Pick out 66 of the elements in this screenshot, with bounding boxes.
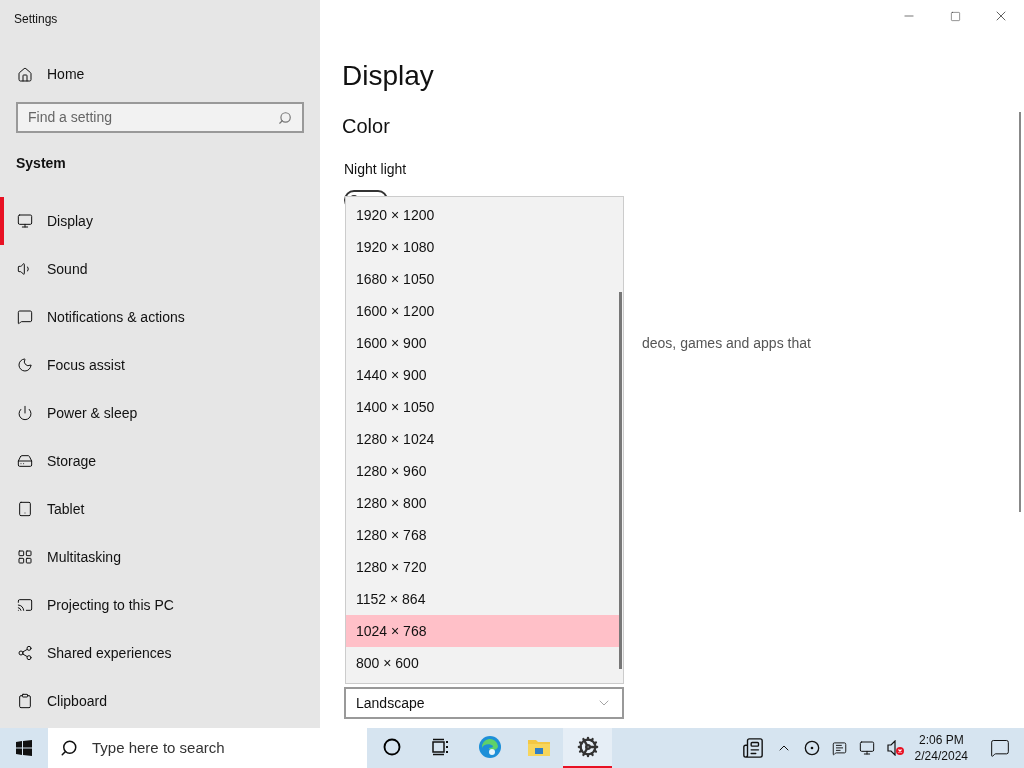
section-heading: System bbox=[16, 154, 66, 173]
cast-icon bbox=[17, 597, 33, 613]
dropdown-option[interactable]: 1280 × 1024 bbox=[346, 423, 619, 455]
gear-icon bbox=[576, 736, 599, 758]
dropdown-option[interactable]: 1600 × 900 bbox=[346, 327, 619, 359]
circle-icon bbox=[382, 738, 401, 756]
nav-item[interactable]: Clipboard bbox=[0, 677, 320, 725]
nav-item[interactable]: Focus assist bbox=[0, 341, 320, 389]
news-icon[interactable] bbox=[741, 737, 764, 759]
taskbar-search-field[interactable]: Type here to search bbox=[48, 728, 367, 768]
dropdown-option[interactable]: 1920 × 1200 bbox=[346, 199, 619, 231]
record-icon[interactable] bbox=[803, 740, 820, 756]
window-title: Settings bbox=[14, 11, 58, 28]
search-field[interactable]: Find a setting bbox=[16, 102, 304, 133]
nav-item[interactable]: Shared experiences bbox=[0, 629, 320, 677]
tablet-icon bbox=[17, 501, 33, 517]
folder-icon bbox=[526, 737, 551, 757]
task-view-icon bbox=[431, 738, 450, 756]
search-placeholder: Type here to search bbox=[92, 737, 225, 758]
restore-icon bbox=[949, 10, 961, 22]
nav-item[interactable]: Notifications & actions bbox=[0, 293, 320, 341]
nav-item[interactable]: Power & sleep bbox=[0, 389, 320, 437]
page-title: Display bbox=[342, 59, 434, 93]
home-link[interactable]: Home bbox=[17, 64, 85, 85]
clock[interactable]: 2:06 PM 2/24/2024 bbox=[914, 732, 968, 764]
network-icon[interactable] bbox=[858, 740, 875, 756]
search-placeholder: Find a setting bbox=[28, 108, 113, 127]
moon-icon bbox=[17, 357, 33, 373]
dropdown-option[interactable]: 1440 × 900 bbox=[346, 359, 619, 391]
setting-label: Night light bbox=[344, 160, 407, 179]
scrollbar[interactable] bbox=[619, 292, 622, 669]
monitor-icon bbox=[17, 213, 33, 229]
taskbar-app-button[interactable] bbox=[563, 728, 612, 768]
drive-icon bbox=[17, 453, 33, 469]
scrollbar[interactable] bbox=[1019, 112, 1021, 512]
nav-item[interactable]: Multitasking bbox=[0, 533, 320, 581]
browser-logo-icon bbox=[477, 735, 502, 759]
dropdown-option[interactable]: 1024 × 768 bbox=[346, 615, 619, 647]
clipboard-icon bbox=[17, 693, 33, 709]
search-icon bbox=[60, 739, 78, 757]
dropdown-option[interactable]: 1280 × 960 bbox=[346, 455, 619, 487]
dropdown-option[interactable]: 1152 × 864 bbox=[346, 583, 619, 615]
home-icon bbox=[17, 66, 33, 83]
notification-icon[interactable] bbox=[990, 738, 1010, 758]
share-icon bbox=[17, 645, 33, 661]
dropdown-option[interactable]: 1280 × 800 bbox=[346, 487, 619, 519]
dropdown-option[interactable]: 800 × 600 bbox=[346, 647, 619, 679]
nav-item[interactable]: Tablet bbox=[0, 485, 320, 533]
nav-item[interactable]: Sound bbox=[0, 245, 320, 293]
dropdown-option[interactable]: 1600 × 1200 bbox=[346, 295, 619, 327]
dropdown-option[interactable]: 1680 × 1050 bbox=[346, 263, 619, 295]
search-icon bbox=[278, 110, 292, 125]
description-text: deos, games and apps that bbox=[642, 334, 811, 353]
nav-item[interactable]: Projecting to this PC bbox=[0, 581, 320, 629]
dropdown-option[interactable]: 1280 × 720 bbox=[346, 551, 619, 583]
orientation-dropdown[interactable]: Landscape bbox=[344, 687, 624, 719]
windows-logo-icon bbox=[16, 740, 32, 756]
speech-bubble-icon bbox=[17, 309, 33, 325]
section-title: Color bbox=[342, 114, 390, 139]
nav-item[interactable]: Storage bbox=[0, 437, 320, 485]
grid-icon bbox=[17, 549, 33, 565]
dropdown-option[interactable]: 1920 × 1080 bbox=[346, 231, 619, 263]
dropdown-option[interactable]: 1280 × 768 bbox=[346, 519, 619, 551]
power-icon bbox=[17, 405, 33, 421]
muted-speaker-icon[interactable] bbox=[886, 740, 905, 756]
dropdown-option[interactable]: 1400 × 1050 bbox=[346, 391, 619, 423]
